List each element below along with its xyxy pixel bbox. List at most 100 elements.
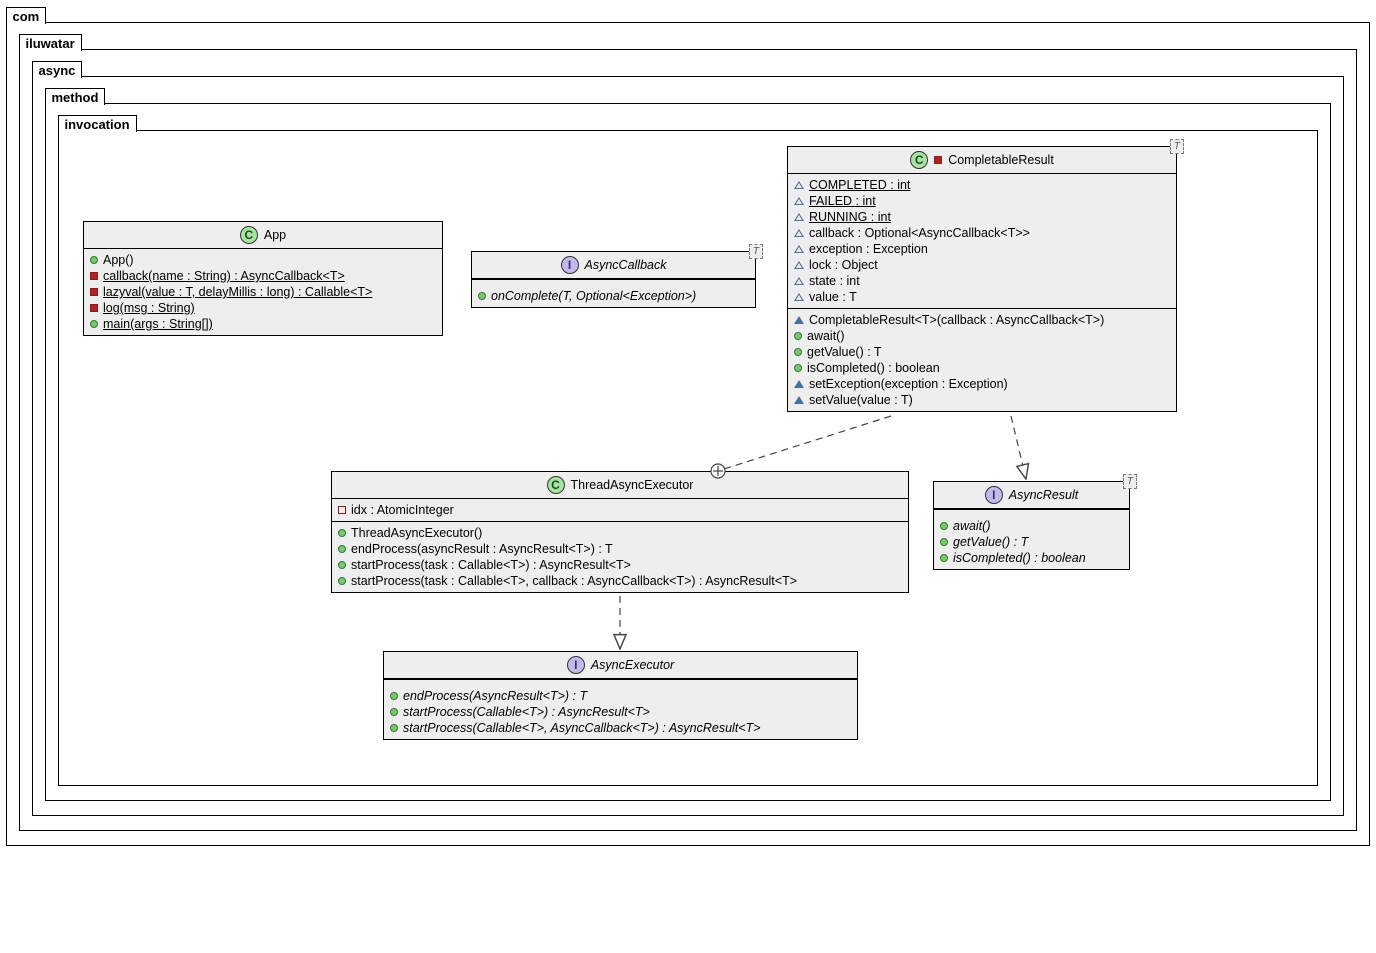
member-text: ThreadAsyncExecutor() <box>351 526 482 540</box>
public-icon <box>940 538 948 546</box>
member-text: main(args : String[]) <box>103 317 213 331</box>
member-row: FAILED : int <box>794 193 1170 209</box>
class-app: C App App() callback(name : String) : Asy… <box>83 221 443 336</box>
package-method-icon <box>794 380 804 388</box>
private-icon <box>90 304 98 312</box>
member-row: exception : Exception <box>794 241 1170 257</box>
member-text: FAILED : int <box>809 194 876 208</box>
member-text: callback : Optional<AsyncCallback<T>> <box>809 226 1030 240</box>
member-row: startProcess(Callable<T>) : AsyncResult<… <box>390 704 851 720</box>
member-text: lazyval(value : T, delayMillis : long) :… <box>103 285 372 299</box>
member-text: startProcess(task : Callable<T>) : Async… <box>351 558 631 572</box>
member-row: await() <box>794 328 1170 344</box>
member-row: isCompleted() : boolean <box>794 360 1170 376</box>
public-icon <box>794 364 802 372</box>
member-text: lock : Object <box>809 258 878 272</box>
member-row: onComplete(T, Optional<Exception>) <box>478 288 749 304</box>
type-param: T <box>749 244 763 259</box>
package-field-icon <box>794 261 804 269</box>
package-tab: method <box>45 88 106 105</box>
interface-name: AsyncResult <box>1009 488 1078 502</box>
package-tab: async <box>32 61 83 78</box>
class-icon: C <box>547 476 565 494</box>
member-text: COMPLETED : int <box>809 178 910 192</box>
member-row: startProcess(task : Callable<T>) : Async… <box>338 557 902 573</box>
member-text: onComplete(T, Optional<Exception>) <box>491 289 696 303</box>
public-icon <box>390 708 398 716</box>
public-icon <box>940 522 948 530</box>
package-async: async method invocation C App App()callb… <box>32 76 1344 816</box>
member-row: isCompleted() : boolean <box>940 550 1123 566</box>
visibility-icon <box>934 156 942 164</box>
interface-icon: I <box>567 656 585 674</box>
package-field-icon <box>794 245 804 253</box>
member-row: getValue() : T <box>794 344 1170 360</box>
member-row: startProcess(Callable<T>, AsyncCallback<… <box>390 720 851 736</box>
class-name: App <box>264 228 286 242</box>
member-row: value : T <box>794 289 1170 305</box>
member-row: CompletableResult<T>(callback : AsyncCal… <box>794 312 1170 328</box>
member-row: endProcess(asyncResult : AsyncResult<T>)… <box>338 541 902 557</box>
type-param: T <box>1123 474 1137 489</box>
member-text: isCompleted() : boolean <box>807 361 940 375</box>
member-text: await() <box>953 519 991 533</box>
member-text: startProcess(Callable<T>, AsyncCallback<… <box>403 721 761 735</box>
member-text: startProcess(Callable<T>) : AsyncResult<… <box>403 705 650 719</box>
member-row: startProcess(task : Callable<T>, callbac… <box>338 573 902 589</box>
public-icon <box>794 332 802 340</box>
public-icon <box>390 724 398 732</box>
member-row: idx : AtomicInteger <box>338 502 902 518</box>
public-icon <box>940 554 948 562</box>
member-text: setException(exception : Exception) <box>809 377 1008 391</box>
member-row: state : int <box>794 273 1170 289</box>
package-field-icon <box>794 181 804 189</box>
member-text: log(msg : String) <box>103 301 195 315</box>
member-row: COMPLETED : int <box>794 177 1170 193</box>
member-row: log(msg : String) <box>90 300 436 316</box>
public-icon <box>338 561 346 569</box>
public-icon <box>90 256 98 264</box>
member-text: startProcess(task : Callable<T>, callbac… <box>351 574 797 588</box>
member-row: App() <box>90 252 436 268</box>
interface-asyncresult: I AsyncResult await()getValue() : TisCom… <box>933 481 1130 570</box>
member-text: state : int <box>809 274 860 288</box>
package-iluwatar: iluwatar async method invocation C App A… <box>19 49 1357 831</box>
package-field-icon <box>794 293 804 301</box>
member-text: endProcess(asyncResult : AsyncResult<T>)… <box>351 542 613 556</box>
private-icon <box>90 272 98 280</box>
type-param: T <box>1170 139 1184 154</box>
member-row: setException(exception : Exception) <box>794 376 1170 392</box>
public-icon <box>338 545 346 553</box>
member-text: value : T <box>809 290 857 304</box>
package-method: method invocation C App App()callback(na… <box>45 103 1331 801</box>
package-method-icon <box>794 396 804 404</box>
public-icon <box>794 348 802 356</box>
member-row: RUNNING : int <box>794 209 1170 225</box>
member-text: isCompleted() : boolean <box>953 551 1086 565</box>
public-icon <box>338 529 346 537</box>
package-field-icon <box>794 229 804 237</box>
public-icon <box>90 320 98 328</box>
interface-asyncexecutor: I AsyncExecutor endProcess(AsyncResult<T… <box>383 651 858 740</box>
member-text: App() <box>103 253 134 267</box>
member-row: endProcess(AsyncResult<T>) : T <box>390 688 851 704</box>
private-icon <box>90 288 98 296</box>
interface-name: AsyncCallback <box>585 258 667 272</box>
member-row: getValue() : T <box>940 534 1123 550</box>
member-text: callback(name : String) : AsyncCallback<… <box>103 269 345 283</box>
package-field-icon <box>794 277 804 285</box>
interface-asynccallback: I AsyncCallback onComplete(T, Optional<E… <box>471 251 756 308</box>
member-text: getValue() : T <box>953 535 1028 549</box>
package-invocation: invocation C App App()callback(name : St… <box>58 130 1318 786</box>
class-icon: C <box>910 151 928 169</box>
class-name: ThreadAsyncExecutor <box>571 478 694 492</box>
class-icon: C <box>240 226 258 244</box>
member-text: setValue(value : T) <box>809 393 913 407</box>
member-row: callback : Optional<AsyncCallback<T>> <box>794 225 1170 241</box>
interface-icon: I <box>561 256 579 274</box>
member-row: main(args : String[]) <box>90 316 436 332</box>
public-icon <box>390 692 398 700</box>
class-threadasyncexecutor: C ThreadAsyncExecutor idx : AtomicIntege… <box>331 471 909 593</box>
member-text: RUNNING : int <box>809 210 891 224</box>
public-icon <box>338 577 346 585</box>
